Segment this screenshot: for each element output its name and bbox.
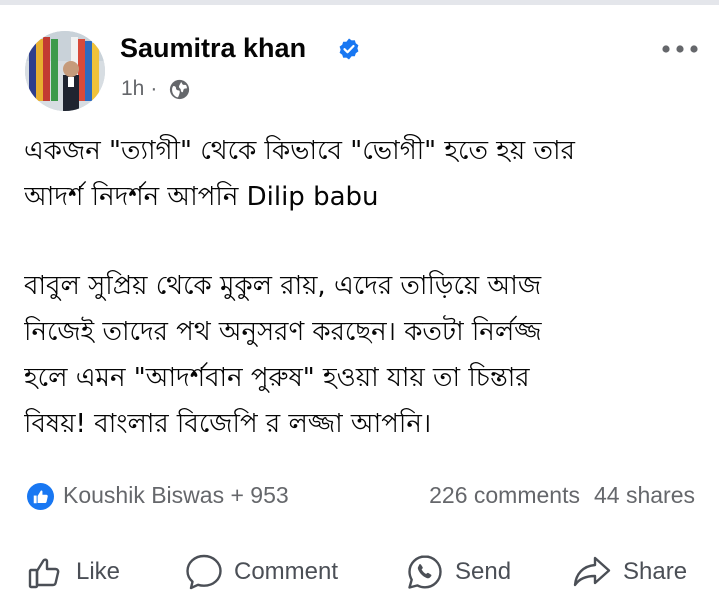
more-options-icon[interactable] xyxy=(658,34,702,64)
thumbs-up-icon xyxy=(28,558,60,589)
avatar-photo xyxy=(25,31,105,111)
send-label: Send xyxy=(455,558,512,585)
avatar[interactable] xyxy=(25,31,105,111)
meta-separator: · xyxy=(150,77,158,100)
shares-count[interactable]: 44 shares xyxy=(594,482,695,508)
post-text-line: একজন "ত্যাগী" থেকে কিভাবে "ভোগী" হতে হয়… xyxy=(24,136,575,166)
post-paragraph-1: একজন "ত্যাগী" থেকে কিভাবে "ভোগী" হতে হয়… xyxy=(24,128,704,220)
post-paragraph-2: বাবুল সুপ্রিয় থেকে মুকুল রায়, এদের তাড… xyxy=(24,263,704,447)
post-text-line: নিজেই তাদের পথ অনুসরণ করছেন। কতটা নির্লজ… xyxy=(24,317,542,347)
post-text-line: বাবুল সুপ্রিয় থেকে মুকুল রায়, এদের তাড… xyxy=(24,271,542,301)
like-button[interactable]: Like xyxy=(26,550,120,594)
share-button[interactable]: Share xyxy=(571,550,687,594)
author-name[interactable]: Saumitra khan xyxy=(120,31,306,65)
post-time[interactable]: 1h xyxy=(121,77,144,100)
send-button[interactable]: Send xyxy=(405,550,511,594)
share-arrow-icon xyxy=(573,556,611,587)
post-text-line: হলে এমন "আদর্শবান পুরুষ" হওয়া যায় তা চ… xyxy=(24,363,530,393)
share-label: Share xyxy=(623,558,688,585)
globe-icon[interactable] xyxy=(169,79,190,100)
post-card: Saumitra khan 1h · একজন "ত্যাগী" থেকে কিভ… xyxy=(0,5,719,613)
post-text-line: বিষয়! বাংলার বিজেপি র লজ্জা আপনি। xyxy=(24,409,432,439)
reactions-summary[interactable]: Koushik Biswas + 953 xyxy=(63,479,289,511)
engagement-stats: 226 comments 44 shares xyxy=(429,479,695,511)
like-label: Like xyxy=(76,558,121,585)
comment-label: Comment xyxy=(234,558,339,585)
like-reaction-icon[interactable] xyxy=(27,483,54,510)
post-text-line: আদর্শ নিদর্শন আপনি Dilip babu xyxy=(24,182,379,212)
post-meta: 1h · xyxy=(121,76,161,102)
comments-count[interactable]: 226 comments xyxy=(429,482,580,508)
comment-button[interactable]: Comment xyxy=(184,550,338,594)
comment-bubble-icon xyxy=(186,554,222,590)
verified-badge-icon xyxy=(339,38,359,60)
whatsapp-icon xyxy=(408,555,442,589)
